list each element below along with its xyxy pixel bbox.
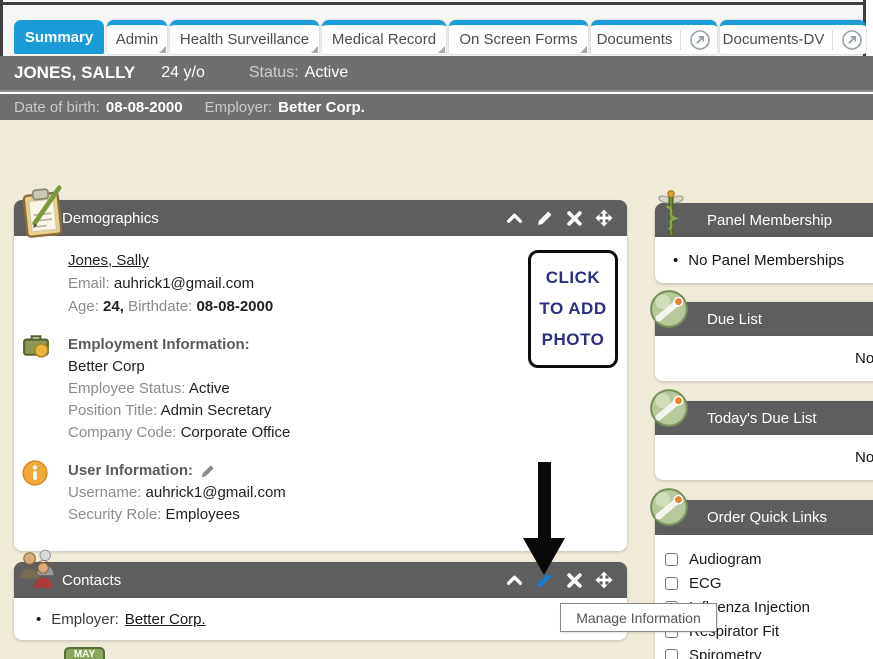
patient-header-bar: JONES, SALLY 24 y/o Status: Active xyxy=(0,56,873,92)
panel-membership-empty-text: No Panel Memberships xyxy=(688,252,844,269)
move-icon[interactable] xyxy=(595,571,613,589)
tab-label: Documents-DV xyxy=(723,31,825,48)
due-list-body: No xyxy=(655,336,873,381)
order-item-row: Audiogram xyxy=(655,547,873,571)
panel-actions xyxy=(505,209,627,227)
clipboard-icon xyxy=(18,186,68,245)
security-role-label: Security Role: xyxy=(68,506,161,523)
tab-divider xyxy=(832,30,833,50)
collapse-chevron-icon[interactable] xyxy=(505,209,523,227)
tab-label: Summary xyxy=(25,29,93,46)
employer-label: Employer: xyxy=(205,99,273,116)
tab-label: On Screen Forms xyxy=(459,31,577,48)
contact-employer-label: Employer: xyxy=(51,611,119,628)
birthdate-label: Birthdate: xyxy=(128,298,192,315)
status-label: Status: xyxy=(249,64,299,82)
age-label: Age: xyxy=(68,298,99,315)
email-value: auhrick1@gmail.com xyxy=(114,275,254,292)
order-item-label: Audiogram xyxy=(689,551,762,568)
tab-label: Health Surveillance xyxy=(180,31,309,48)
security-role-value: Employees xyxy=(166,506,240,523)
todays-due-list-empty-text: No xyxy=(855,435,873,480)
patient-age: 24 y/o xyxy=(161,64,205,82)
briefcase-icon xyxy=(22,332,50,362)
submenu-fold-icon xyxy=(580,46,587,53)
order-item-row: Spirometry xyxy=(655,643,873,659)
submenu-fold-icon xyxy=(311,46,318,53)
tab-on-screen-forms[interactable]: On Screen Forms xyxy=(449,20,588,54)
birthdate-value: 08-08-2000 xyxy=(196,298,273,315)
order-quick-links-body: Audiogram ECG Influenza Injection Respir… xyxy=(655,535,873,659)
external-link-circle-icon[interactable] xyxy=(689,29,711,51)
contact-employer-link[interactable]: Better Corp. xyxy=(125,611,206,628)
employee-status-label: Employee Status: xyxy=(68,380,186,397)
employee-status-value: Active xyxy=(189,380,230,397)
username-label: Username: xyxy=(68,484,141,501)
orb-thermometer-icon xyxy=(648,387,690,434)
down-arrow-pointer xyxy=(519,460,569,583)
tooltip-text: Manage Information xyxy=(576,610,701,626)
bullet: • xyxy=(36,611,41,628)
position-title-label: Position Title: xyxy=(68,402,157,419)
tab-label: Medical Record xyxy=(332,31,436,48)
move-icon[interactable] xyxy=(595,209,613,227)
employer-value: Better Corp. xyxy=(278,99,365,116)
order-item-row: ECG xyxy=(655,571,873,595)
submenu-fold-icon xyxy=(159,46,166,53)
calendar-month-icon: MAY xyxy=(64,647,105,659)
add-photo-button[interactable]: CLICK TO ADD PHOTO xyxy=(528,250,618,368)
close-x-icon[interactable] xyxy=(565,209,583,227)
tab-health-surveillance[interactable]: Health Surveillance xyxy=(170,20,319,54)
contacts-panel-body: • Employer: Better Corp. xyxy=(14,598,627,640)
photo-line: TO ADD xyxy=(539,299,606,319)
caduceus-icon xyxy=(652,188,690,245)
patient-name: JONES, SALLY xyxy=(14,63,135,83)
company-code-value: Corporate Office xyxy=(181,424,291,441)
tooltip: Manage Information xyxy=(560,603,717,632)
submenu-fold-icon xyxy=(438,46,445,53)
contact-list-item: • Employer: Better Corp. xyxy=(14,598,627,640)
dob-value: 08-08-2000 xyxy=(106,99,183,116)
edit-user-pencil-icon[interactable] xyxy=(200,464,215,479)
tab-documents[interactable]: Documents xyxy=(591,20,717,54)
info-icon xyxy=(22,460,48,490)
email-label: Email: xyxy=(68,275,110,292)
status-value: Active xyxy=(305,64,349,82)
user-info-heading: User Information: xyxy=(68,460,193,482)
checkbox[interactable] xyxy=(665,553,678,566)
family-icon xyxy=(16,546,62,599)
todays-due-list-body: No xyxy=(655,435,873,480)
photo-line: PHOTO xyxy=(542,330,605,350)
order-item-label: Spirometry xyxy=(689,647,762,659)
username-value: auhrick1@gmail.com xyxy=(146,484,286,501)
dob-label: Date of birth: xyxy=(14,99,100,116)
photo-line: CLICK xyxy=(546,268,600,288)
tab-summary[interactable]: Summary xyxy=(14,20,104,54)
company-code-label: Company Code: xyxy=(68,424,176,441)
app-window: Summary Admin Health Surveillance Medica… xyxy=(0,0,873,659)
due-list-empty-text: No xyxy=(855,336,873,381)
tab-label: Admin xyxy=(116,31,159,48)
edit-pencil-icon[interactable] xyxy=(535,209,553,227)
tab-admin[interactable]: Admin xyxy=(107,20,167,54)
patient-name-link[interactable]: Jones, Sally xyxy=(68,252,149,269)
tab-medical-record[interactable]: Medical Record xyxy=(322,20,446,54)
tab-label: Documents xyxy=(597,31,673,48)
age-value: 24, xyxy=(103,298,124,315)
orb-thermometer-icon xyxy=(648,288,690,335)
calendar-month-text: MAY xyxy=(74,649,95,659)
position-title-value: Admin Secretary xyxy=(161,402,272,419)
tab-documents-dv[interactable]: Documents-DV xyxy=(720,20,866,54)
order-item-label: ECG xyxy=(689,575,722,592)
bullet: • xyxy=(673,252,678,269)
orb-thermometer-icon xyxy=(648,486,690,533)
checkbox[interactable] xyxy=(665,649,678,659)
tab-divider xyxy=(680,30,681,50)
patient-subheader-bar: Date of birth: 08-08-2000 Employer: Bett… xyxy=(0,94,873,120)
demographics-panel-header[interactable]: Demographics xyxy=(14,200,627,236)
external-link-circle-icon[interactable] xyxy=(841,29,863,51)
top-border-line xyxy=(0,2,866,5)
checkbox[interactable] xyxy=(665,577,678,590)
